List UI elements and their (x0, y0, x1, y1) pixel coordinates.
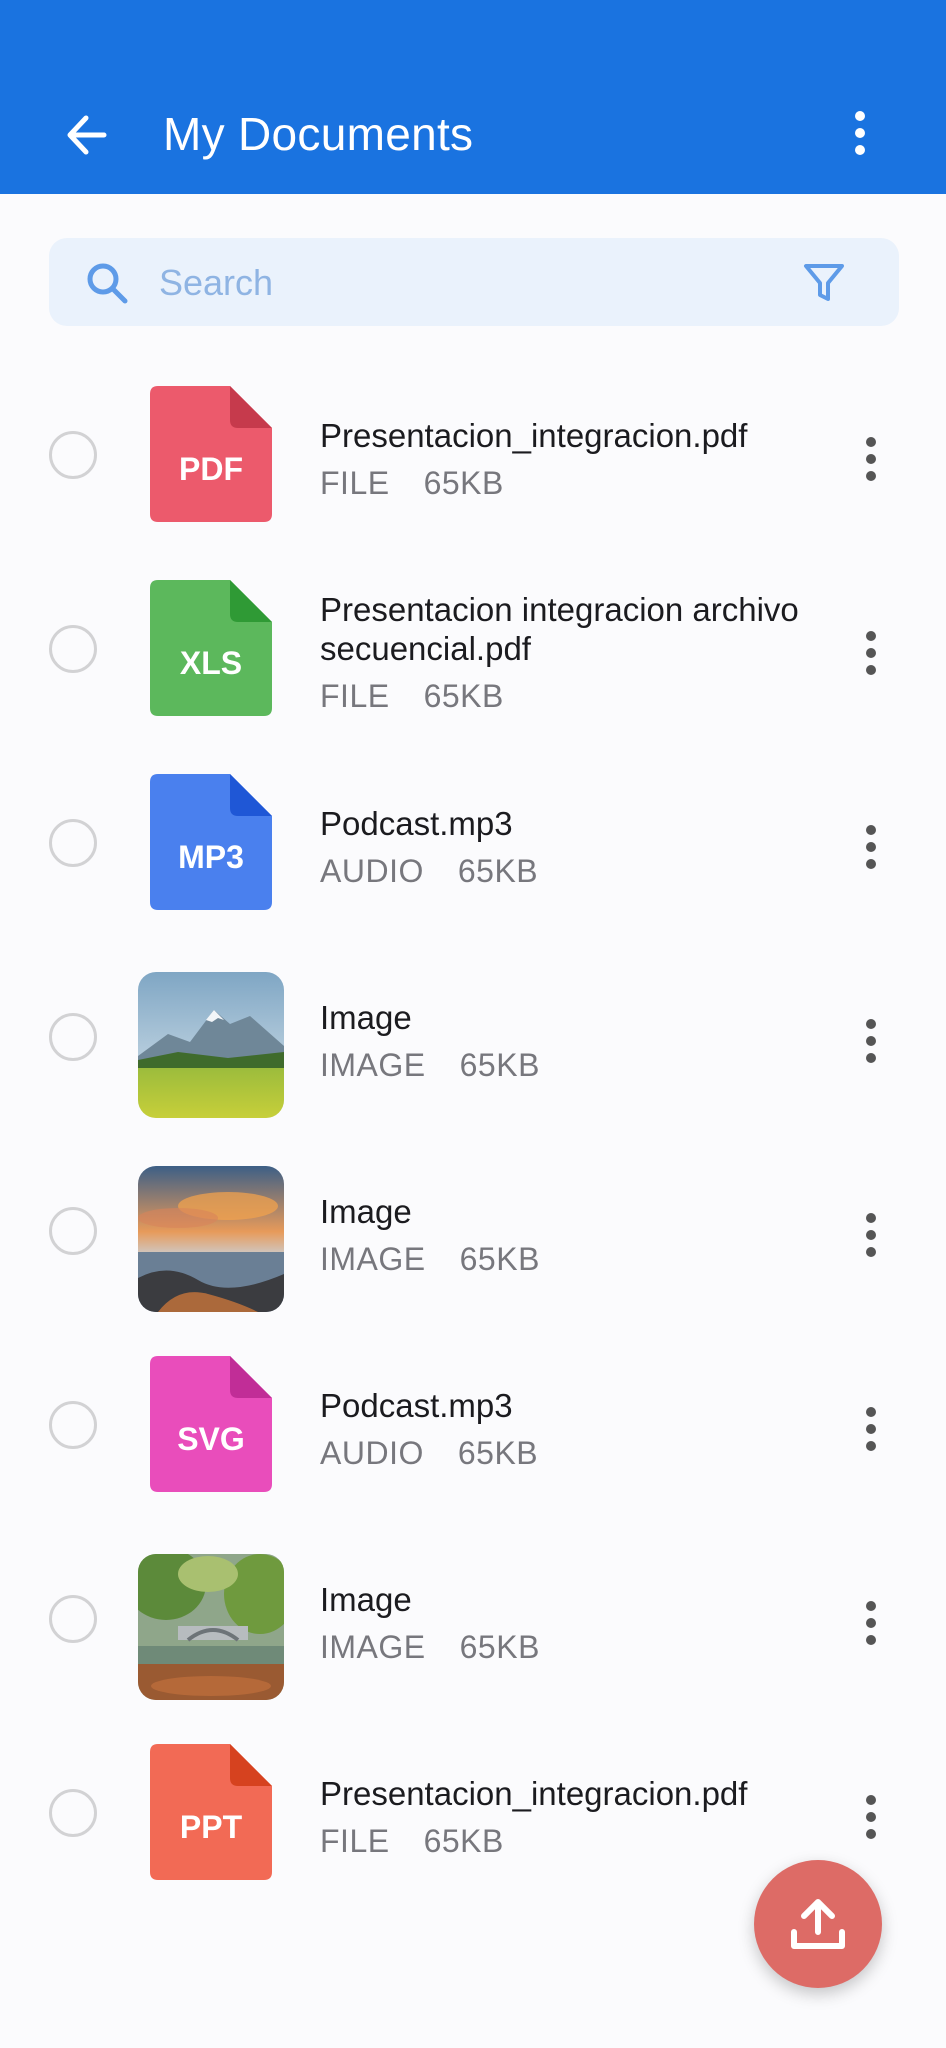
file-thumbnail (138, 1550, 284, 1700)
file-name: Podcast.mp3 (320, 804, 513, 842)
file-name: Presentacion_integracion.pdf (320, 416, 748, 454)
file-size: 65KB (459, 1046, 540, 1083)
file-size: 65KB (459, 1240, 540, 1277)
more-options-icon[interactable] (858, 1018, 884, 1064)
search-bar (49, 238, 899, 326)
seaside-sunset-photo (138, 1166, 284, 1312)
search-input[interactable] (157, 252, 741, 314)
xls-file-icon: XLS (150, 580, 272, 716)
file-badge: XLS (180, 645, 242, 681)
more-options-icon[interactable] (858, 630, 884, 676)
file-thumbnail: PPT (138, 1744, 284, 1890)
file-thumbnail: MP3 (138, 774, 284, 920)
file-name: Presentacion integracion archivo secuenc… (320, 591, 799, 667)
app-bar: My Documents (0, 0, 946, 194)
file-name: Image (320, 1192, 412, 1230)
file-size: 65KB (423, 464, 504, 501)
file-row[interactable]: PDF Presentacion_integracion.pdf FILE 65K… (0, 362, 946, 556)
file-badge: PDF (179, 451, 243, 487)
file-thumbnail: SVG (138, 1356, 284, 1502)
file-thumbnail (138, 968, 284, 1118)
file-type: IMAGE (320, 1628, 426, 1665)
more-options-icon[interactable] (858, 436, 884, 482)
file-size: 65KB (457, 1434, 539, 1471)
file-row[interactable]: SVG Podcast.mp3 AUDIO 65KB (0, 1332, 946, 1526)
more-options-icon[interactable] (858, 1794, 884, 1840)
mp3-file-icon: MP3 (150, 774, 272, 910)
file-type: FILE (320, 1822, 390, 1859)
file-thumbnail: XLS (138, 580, 284, 726)
file-row[interactable]: XLS Presentacion integracion archivo sec… (0, 556, 946, 750)
file-type: AUDIO (320, 852, 424, 889)
select-radio[interactable] (49, 1789, 97, 1837)
select-radio[interactable] (49, 1401, 97, 1449)
file-size: 65KB (423, 1822, 504, 1859)
pdf-file-icon: PDF (150, 386, 272, 522)
page-title: My Documents (163, 108, 474, 160)
mountain-meadow-photo (138, 972, 284, 1118)
select-radio[interactable] (49, 1013, 97, 1061)
more-options-icon[interactable] (858, 824, 884, 870)
file-name: Image (320, 998, 412, 1036)
ppt-file-icon: PPT (150, 1744, 272, 1880)
file-row[interactable]: Image IMAGE 65KB (0, 1138, 946, 1332)
garden-bridge-photo (138, 1554, 284, 1700)
more-options-icon[interactable] (858, 1212, 884, 1258)
file-thumbnail (138, 1162, 284, 1312)
upload-fab-button[interactable] (754, 1860, 882, 1988)
more-options-icon[interactable] (858, 1600, 884, 1646)
file-badge: SVG (177, 1421, 245, 1457)
file-row[interactable]: Image IMAGE 65KB (0, 944, 946, 1138)
select-radio[interactable] (49, 625, 97, 673)
file-type: AUDIO (320, 1434, 424, 1471)
select-radio[interactable] (49, 1595, 97, 1643)
file-name: Podcast.mp3 (320, 1386, 513, 1424)
file-size: 65KB (423, 678, 504, 714)
select-radio[interactable] (49, 431, 97, 479)
file-row[interactable]: Image IMAGE 65KB (0, 1526, 946, 1720)
file-badge: MP3 (178, 839, 244, 875)
file-type: FILE (320, 678, 390, 714)
filter-icon[interactable] (801, 260, 847, 306)
svg-file-icon: SVG (150, 1356, 272, 1492)
search-icon[interactable] (84, 260, 130, 306)
back-arrow-icon[interactable] (58, 105, 118, 165)
file-type: FILE (320, 464, 390, 501)
file-name: Presentacion_integracion.pdf (320, 1774, 748, 1812)
file-badge: PPT (180, 1809, 243, 1845)
file-name: Image (320, 1580, 412, 1618)
file-row[interactable]: MP3 Podcast.mp3 AUDIO 65KB (0, 750, 946, 944)
select-radio[interactable] (49, 1207, 97, 1255)
select-radio[interactable] (49, 819, 97, 867)
more-options-icon[interactable] (858, 1406, 884, 1452)
overflow-menu-icon[interactable] (845, 105, 875, 165)
file-type: IMAGE (320, 1240, 426, 1277)
file-type: IMAGE (320, 1046, 426, 1083)
upload-icon (791, 1899, 845, 1949)
file-thumbnail: PDF (138, 386, 284, 532)
file-size: 65KB (459, 1628, 540, 1665)
file-size: 65KB (457, 852, 539, 889)
